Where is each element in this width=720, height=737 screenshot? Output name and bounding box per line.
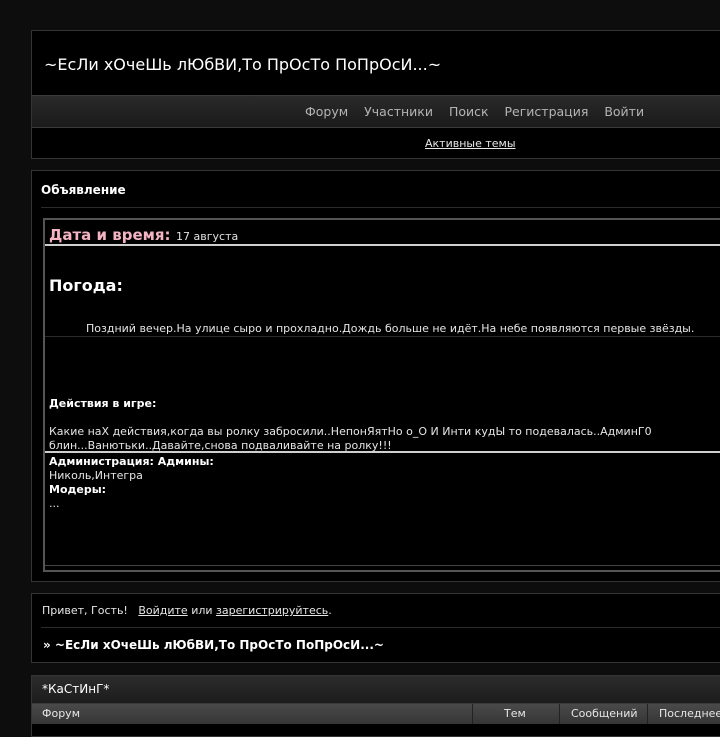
divider bbox=[45, 244, 720, 246]
divider bbox=[45, 336, 720, 337]
column-divider bbox=[647, 704, 648, 724]
nav-search[interactable]: Поиск bbox=[449, 104, 489, 119]
category-header: *КаСтИнГ* bbox=[32, 676, 720, 704]
active-topics-link[interactable]: Активные темы bbox=[425, 137, 516, 150]
admins-names: Николь,Интегра bbox=[49, 469, 143, 482]
period: . bbox=[328, 604, 332, 617]
divider bbox=[41, 207, 720, 208]
guest-greeting: Привет, Гость! bbox=[42, 604, 128, 617]
datetime-label: Дата и время: bbox=[49, 226, 171, 244]
announcement-heading: Объявление bbox=[41, 183, 126, 197]
weather-text: Поздний вечер.На улице сыро и прохладно.… bbox=[86, 322, 695, 335]
column-divider bbox=[559, 704, 560, 724]
header: ~ЕсЛи хОчеШь лЮбВИ,То ПрОсТо ПоПрОсИ...~… bbox=[31, 30, 720, 159]
table-header: Форум Тем Сообщений Последнее bbox=[32, 704, 720, 724]
breadcrumb[interactable]: » ~ЕсЛи хОчеШь лЮбВИ,То ПрОсТо ПоПрОсИ..… bbox=[43, 638, 384, 652]
actions-heading: Действия в игре: bbox=[49, 397, 157, 410]
nav-forum[interactable]: Форум bbox=[305, 104, 348, 119]
welcome-panel: Привет, Гость! Войдите или зарегистрируй… bbox=[31, 593, 720, 663]
nav-login[interactable]: Войти bbox=[604, 104, 644, 119]
announcement-panel: Объявление Дата и время: 17 августа Пого… bbox=[31, 170, 720, 582]
weather-heading: Погода: bbox=[49, 276, 123, 295]
staff-list: Администрация: Админы: Николь,Интегра Мо… bbox=[49, 455, 214, 511]
column-divider bbox=[472, 704, 473, 724]
announcement-body: Дата и время: 17 августа Погода: Поздний… bbox=[43, 218, 720, 572]
actions-text: Какие наХ действия,когда вы ролку заброс… bbox=[49, 425, 652, 453]
register-link[interactable]: зарегистрируйтесь bbox=[216, 604, 328, 617]
col-topics: Тем bbox=[504, 707, 526, 720]
category-title[interactable]: *КаСтИнГ* bbox=[42, 682, 109, 696]
admins-label: Администрация: Админы: bbox=[49, 455, 214, 468]
datetime-row: Дата и время: 17 августа bbox=[49, 226, 238, 244]
login-link[interactable]: Войдите bbox=[138, 604, 187, 617]
welcome-line: Привет, Гость! Войдите или зарегистрируй… bbox=[42, 604, 332, 617]
mods-label: Модеры: bbox=[49, 483, 107, 496]
main-navbar: Форум Участники Поиск Регистрация Войти bbox=[32, 95, 720, 128]
col-last-post: Последнее bbox=[659, 707, 720, 720]
divider bbox=[45, 565, 720, 566]
forum-category: *КаСтИнГ* Форум Тем Сообщений Последнее bbox=[31, 675, 720, 737]
col-forum: Форум bbox=[42, 707, 80, 720]
datetime-value: 17 августа bbox=[176, 230, 239, 243]
nav-members[interactable]: Участники bbox=[364, 104, 433, 119]
or-text: или bbox=[191, 604, 213, 617]
col-posts: Сообщений bbox=[571, 707, 638, 720]
actions-line: Какие наХ действия,когда вы ролку заброс… bbox=[49, 425, 652, 438]
mods-names: ... bbox=[49, 497, 60, 510]
nav-register[interactable]: Регистрация bbox=[505, 104, 589, 119]
forum-title[interactable]: ~ЕсЛи хОчеШь лЮбВИ,То ПрОсТо ПоПрОсИ...~ bbox=[44, 55, 441, 74]
divider bbox=[41, 627, 720, 628]
divider bbox=[45, 451, 720, 453]
